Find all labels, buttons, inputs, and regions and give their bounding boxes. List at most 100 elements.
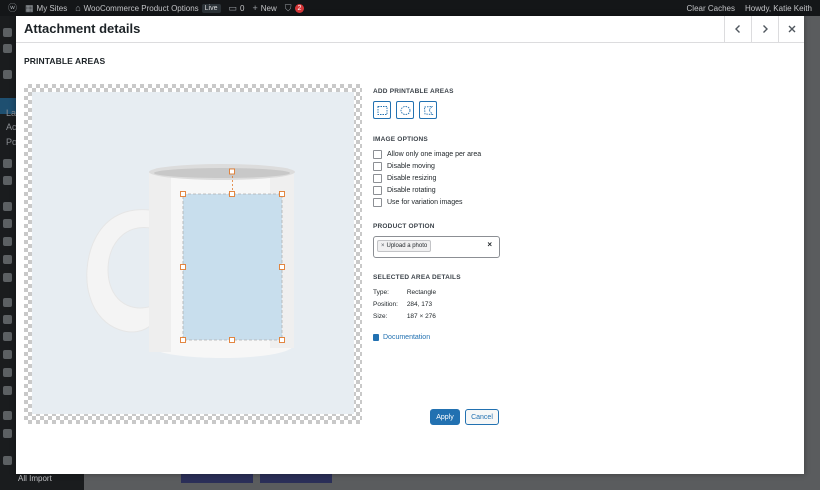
remove-token-button[interactable]: × [381,243,385,249]
appearance-icon [3,298,12,307]
token-label: Upload a photo [386,243,428,249]
book-icon [373,334,379,341]
seo-icon [3,386,12,395]
resize-handle[interactable] [229,337,235,343]
cancel-button[interactable]: Cancel [465,409,499,425]
detail-type: Type: Rectangle [373,289,436,296]
checkbox[interactable] [373,198,382,207]
admin-bar: ⓦ ▦ My Sites ⌂ WooCommerce Product Optio… [0,0,820,16]
payments-icon [3,237,12,246]
detail-key: Type: [373,289,389,296]
new-content-link[interactable]: + New [252,3,276,13]
detail-value: Rectangle [406,289,437,296]
modal-title: Attachment details [24,21,141,36]
image-options-label: IMAGE OPTIONS [373,136,428,143]
printable-area-canvas[interactable] [24,84,362,424]
plugins-icon [3,315,12,324]
checkbox[interactable] [373,150,382,159]
my-sites-icon: ▦ [25,2,34,13]
wordpress-logo[interactable]: ⓦ [8,2,18,13]
checkbox[interactable] [373,186,382,195]
detail-key: Size: [373,313,388,320]
users-icon [3,332,12,341]
dashboard-icon [3,28,12,37]
add-printable-areas-label: ADD PRINTABLE AREAS [373,88,454,95]
collapse-icon [3,429,12,438]
tools-icon [3,350,12,359]
option-label: Disable resizing [387,175,437,182]
resize-handle[interactable] [180,264,186,270]
clear-selection-button[interactable]: × [487,240,492,249]
rotate-handle[interactable] [229,168,235,175]
previous-button[interactable] [724,16,751,42]
woocommerce-icon [3,202,12,211]
section-title: PRINTABLE AREAS [24,56,106,66]
home-icon: ⌂ [75,2,81,13]
close-button[interactable] [778,16,805,42]
updates-count: 2 [294,3,305,13]
sidebar-item-add: Ac [6,122,17,132]
chevron-left-icon [735,25,740,33]
apply-button[interactable]: Apply [430,409,460,425]
resize-handle[interactable] [279,337,285,343]
documentation-label: Documentation [383,334,431,341]
plugin-icon [3,44,12,53]
option-label: Use for variation images [387,199,463,206]
background-button [181,473,253,483]
detail-value: 187 × 276 [406,313,436,320]
modal-header: Attachment details [16,16,804,43]
rectangle-select-icon [377,105,387,115]
option-label: Disable moving [387,163,435,170]
detail-value: 284, 173 [406,301,433,308]
add-freeform-button[interactable] [419,101,437,119]
settings-icon [3,368,12,377]
product-image [32,92,354,414]
option-one-image-per-area[interactable]: Allow only one image per area [373,150,481,159]
documentation-link[interactable]: Documentation [373,334,430,341]
howdy-account[interactable]: Howdy, Katie Keith [745,4,812,13]
option-label: Disable rotating [387,187,436,194]
resize-handle[interactable] [180,337,186,343]
next-button[interactable] [751,16,778,42]
checkbox[interactable] [373,162,382,171]
add-rectangle-button[interactable] [373,101,391,119]
shield-icon [3,411,12,420]
resize-handle[interactable] [229,191,235,197]
freeform-select-icon [423,105,433,115]
marketing-icon [3,273,12,282]
comments-link[interactable]: ▭ 0 [229,3,245,13]
resize-handle[interactable] [180,191,186,197]
site-name-link[interactable]: ⌂ WooCommerce Product Options Live [75,2,221,13]
selected-area-details-label: SELECTED AREA DETAILS [373,274,461,281]
resize-handle[interactable] [279,264,285,270]
analytics-icon [3,255,12,264]
my-sites-link[interactable]: ▦ My Sites [25,2,68,13]
option-disable-resizing[interactable]: Disable resizing [373,174,436,183]
option-variation-images[interactable]: Use for variation images [373,198,462,207]
resize-handle[interactable] [279,191,285,197]
selected-option-token: × Upload a photo [377,240,432,252]
option-disable-rotating[interactable]: Disable rotating [373,186,436,195]
comments-icon [3,176,12,185]
pages-icon [3,159,12,168]
option-label: Allow only one image per area [387,151,482,158]
my-sites-label: My Sites [36,3,68,13]
checkbox[interactable] [373,174,382,183]
products-icon [3,219,12,228]
wordpress-icon: ⓦ [8,2,18,13]
sidebar-item-all-import: All Import [18,474,52,483]
close-icon [788,25,796,33]
ellipse-select-icon [400,105,410,115]
product-option-select[interactable]: × Upload a photo × [373,236,500,258]
clear-caches-link[interactable]: Clear Caches [687,4,735,13]
product-option-label: PRODUCT OPTION [373,223,435,230]
updates-link[interactable]: ⛉ 2 [284,2,305,13]
comments-count: 0 [240,3,245,13]
pin-icon [3,70,12,79]
import-icon [3,456,12,465]
detail-size: Size: 187 × 276 [373,313,436,320]
updates-icon: ⛉ [284,2,292,13]
printable-area-selection[interactable] [32,92,354,414]
option-disable-moving[interactable]: Disable moving [373,162,435,171]
add-ellipse-button[interactable] [396,101,414,119]
